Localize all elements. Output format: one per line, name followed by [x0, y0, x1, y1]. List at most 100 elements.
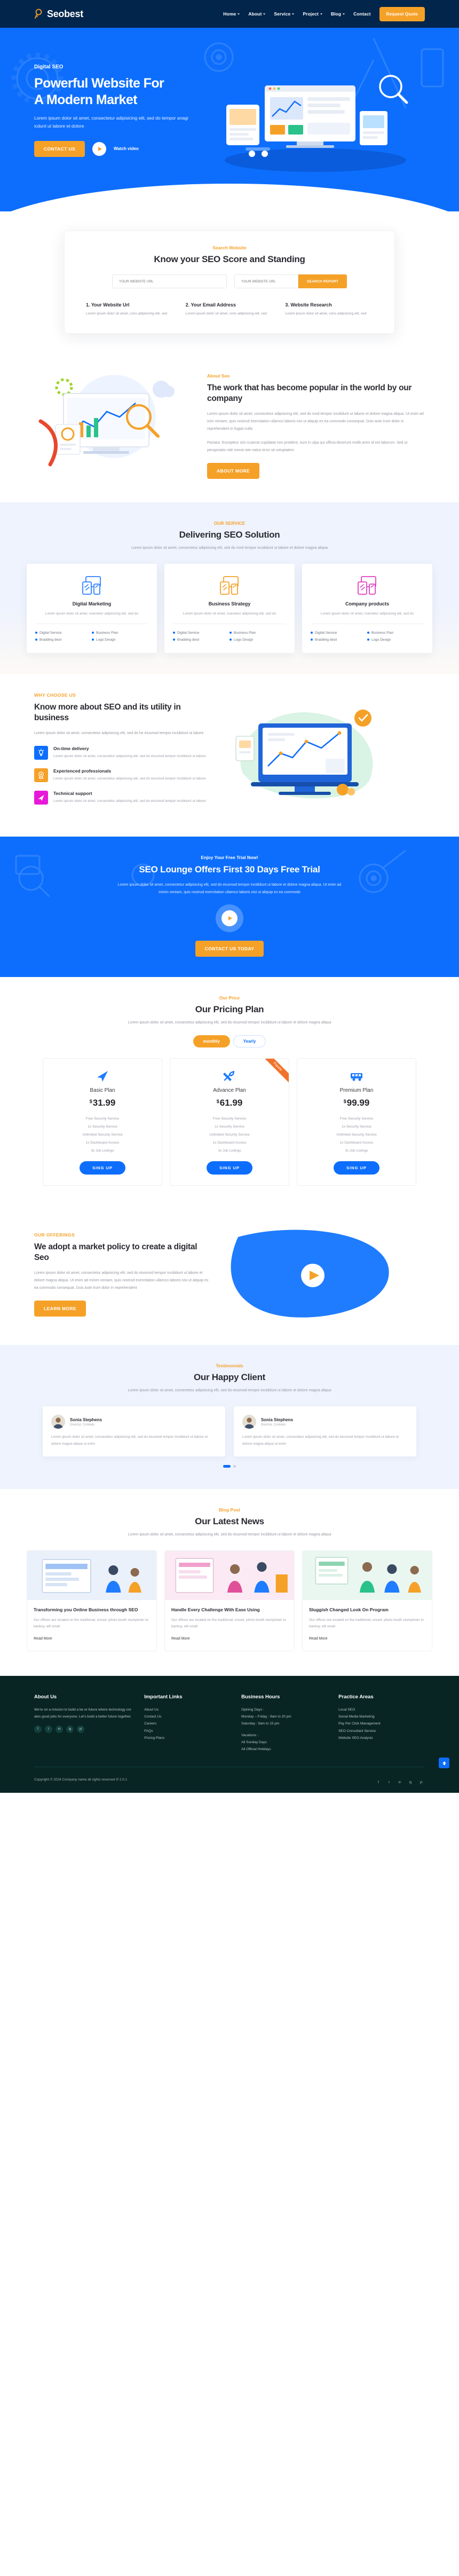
blog-image: [303, 1550, 432, 1600]
footer-link[interactable]: Contact Us: [144, 1713, 231, 1720]
brand-logo[interactable]: Seobest: [34, 9, 83, 20]
pricing-card-premium[interactable]: Premium Plan $99.99 Free Security Servic…: [297, 1058, 416, 1186]
request-quote-button[interactable]: Request Quote: [379, 6, 425, 21]
nav-item-contact[interactable]: Contact: [353, 11, 370, 17]
blog-post-title[interactable]: Sluggish Changed Look On Program: [309, 1606, 425, 1613]
about-kicker: About Seo: [207, 373, 230, 379]
website-url-input[interactable]: [112, 274, 227, 288]
service-feature: Business Plan: [92, 629, 148, 636]
footer-practice-item[interactable]: Social Media Marketing: [338, 1713, 425, 1720]
watch-video-label[interactable]: Watch video: [114, 146, 139, 151]
footer-link[interactable]: About Us: [144, 1706, 231, 1713]
instagram-icon[interactable]: ig: [407, 1778, 414, 1786]
step-text: Lorem ipsum dolor sit amet, cons adipisi…: [86, 312, 168, 316]
testimonial-card: Sonia Stephens Director, Conlado Lorem i…: [234, 1406, 416, 1456]
avatar: [242, 1415, 256, 1429]
search-step: 1. Your Website Url Lorem ipsum dolor si…: [86, 302, 174, 317]
footer-practice-item[interactable]: Website SEO Analysis: [338, 1735, 425, 1742]
blog-cards: Transforming you Online Business through…: [27, 1550, 432, 1651]
nav-item-project[interactable]: Project: [303, 11, 322, 17]
scroll-to-top-button[interactable]: [439, 1758, 449, 1769]
learn-more-button[interactable]: LEARN MORE: [34, 1301, 86, 1317]
feature-label: Business Plan: [371, 631, 394, 635]
feature-title: On-time delivery: [53, 746, 89, 752]
service-feature: Logo Design: [230, 636, 286, 643]
step-title: 2. Your Email Address: [185, 302, 236, 308]
about-more-button[interactable]: ABOUT MORE: [207, 462, 260, 479]
testimonial-header: Sonia Stephens Director, Conlado: [51, 1415, 217, 1429]
footer-hours-value-4: All Official Holidays: [241, 1747, 271, 1752]
plan-currency: $: [216, 1099, 219, 1105]
footer-link[interactable]: FAQs: [144, 1728, 231, 1735]
blog-image: [165, 1550, 294, 1600]
about-content: About Seo The work that has become popul…: [207, 366, 425, 479]
blog-section: Blog Post Our Latest News Lorem ipsum do…: [0, 1488, 459, 1676]
service-card[interactable]: Company products Lorem ipsum dolor sit a…: [302, 563, 432, 653]
footer-practice-item[interactable]: Local SEO: [338, 1706, 425, 1713]
pricing-card-advance[interactable]: Popular Advance Plan $61.99 Free Securit…: [170, 1058, 289, 1186]
website-url-input-2[interactable]: [234, 274, 299, 288]
signup-button[interactable]: SING UP: [207, 1161, 252, 1175]
search-form: SEARCH REPORT: [86, 274, 373, 288]
youtube-icon[interactable]: yt: [77, 1726, 84, 1734]
footer-about-column: About Us We're on a mission to build a b…: [34, 1694, 133, 1753]
read-more-link[interactable]: Read More: [34, 1637, 52, 1641]
plan-currency: $: [343, 1099, 346, 1105]
instagram-icon[interactable]: ig: [66, 1726, 74, 1734]
blog-post-text: Our offices are located on the tradition…: [34, 1618, 148, 1629]
testimonials-title: Our Happy Client: [193, 1372, 266, 1383]
feature-text: Lorem ipsum dolor sit amet, consectetur …: [53, 777, 206, 781]
plan-feature: Free Security Service: [212, 1117, 247, 1121]
offerings-video-thumb[interactable]: [222, 1226, 425, 1322]
twitter-icon[interactable]: t: [385, 1778, 393, 1786]
signup-button[interactable]: SING UP: [334, 1161, 379, 1175]
hero-contact-button[interactable]: CONTACT US: [34, 140, 85, 157]
feature-label: Business Plan: [234, 631, 256, 635]
toggle-monthly[interactable]: monthly: [193, 1035, 230, 1048]
nav-item-blog[interactable]: Blog: [331, 11, 345, 17]
why-content: WHY CHOOSE US Know more about SEO and it…: [34, 692, 210, 815]
linkedin-icon[interactable]: in: [396, 1778, 403, 1786]
nav-item-home[interactable]: Home: [223, 11, 240, 17]
plan-price: $99.99: [305, 1098, 408, 1108]
nav-item-about[interactable]: About: [248, 11, 266, 17]
pricing-card-basic[interactable]: Basic Plan $31.99 Free Security Service …: [43, 1058, 162, 1186]
trial-play-button[interactable]: [216, 904, 243, 933]
plan-feature: 3x Job Listings: [345, 1149, 368, 1153]
footer-practice-column: Practice Areas Local SEO Social Media Ma…: [338, 1694, 425, 1753]
read-more-link[interactable]: Read More: [171, 1637, 190, 1641]
service-card[interactable]: Business Strategy Lorem ipsum dolor sit …: [164, 563, 295, 653]
service-features: Digital Service Business Plan Bradding d…: [173, 623, 286, 643]
blog-body: Transforming you Online Business through…: [27, 1600, 156, 1651]
service-card[interactable]: Digital Marketing Lorem ipsum dolor sit …: [27, 563, 157, 653]
blog-card[interactable]: Sluggish Changed Look On Program Our off…: [302, 1550, 432, 1651]
facebook-icon[interactable]: f: [34, 1726, 42, 1734]
play-circle-icon: [221, 910, 238, 927]
facebook-icon[interactable]: f: [375, 1778, 382, 1786]
blog-post-title[interactable]: Handle Every Challenge With Ease Using: [171, 1606, 288, 1613]
contact-today-button[interactable]: CONTACT US TODAY: [195, 941, 264, 957]
search-report-button[interactable]: SEARCH REPORT: [298, 274, 347, 288]
service-feature: Digital Service: [35, 629, 92, 636]
signup-button[interactable]: SING UP: [80, 1161, 125, 1175]
play-triangle-icon: [98, 146, 102, 151]
footer-link[interactable]: Pricing Plans: [144, 1735, 231, 1742]
footer-practice-item[interactable]: SEO Consultant Service: [338, 1728, 425, 1735]
youtube-icon[interactable]: yt: [417, 1778, 425, 1786]
read-more-link[interactable]: Read More: [309, 1637, 328, 1641]
linkedin-icon[interactable]: in: [56, 1726, 63, 1734]
nav-item-service[interactable]: Service: [274, 11, 295, 17]
twitter-icon[interactable]: t: [45, 1726, 52, 1734]
service-feature: Bradding desii: [173, 636, 230, 643]
play-button-icon[interactable]: [92, 141, 107, 156]
blog-card[interactable]: Handle Every Challenge With Ease Using O…: [164, 1550, 295, 1651]
blog-card[interactable]: Transforming you Online Business through…: [27, 1550, 157, 1651]
offerings-kicker: OUR OFFERINGS: [34, 1232, 75, 1238]
footer-link[interactable]: Careers: [144, 1720, 231, 1727]
footer-columns: About Us We're on a mission to build a b…: [34, 1694, 425, 1753]
carousel-dot-active[interactable]: [223, 1464, 231, 1468]
toggle-yearly[interactable]: Yearly: [233, 1035, 266, 1048]
blog-post-title[interactable]: Transforming you Online Business through…: [34, 1606, 150, 1613]
footer-practice-item[interactable]: Pay Per Click Management: [338, 1720, 425, 1727]
carousel-dot[interactable]: [233, 1464, 236, 1468]
